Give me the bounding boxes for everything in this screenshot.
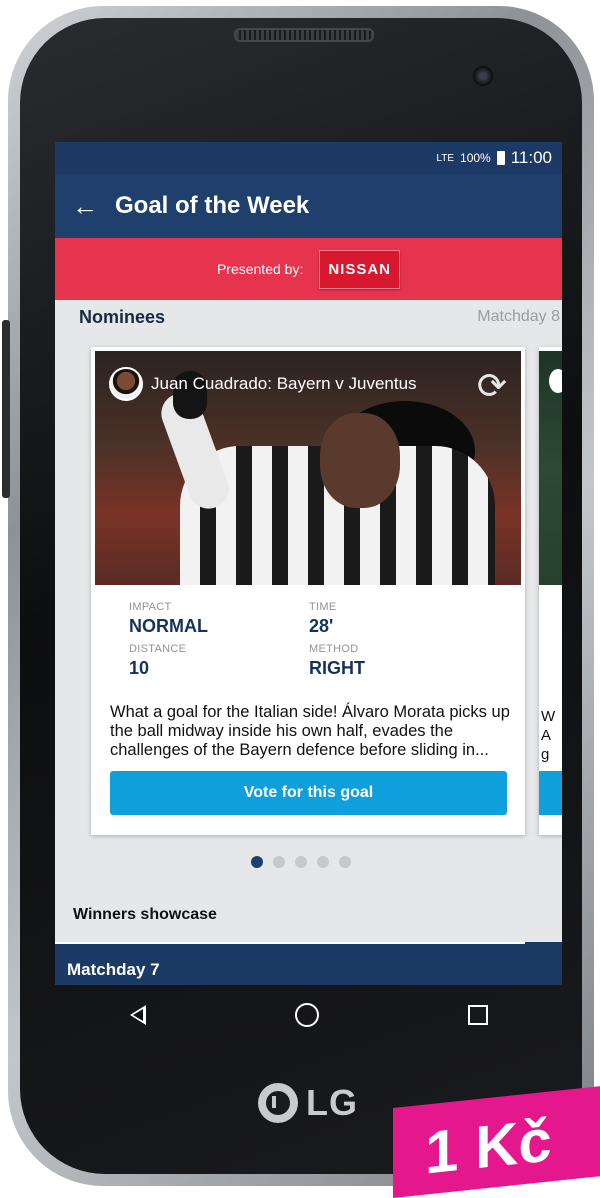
- status-bar: LTE 100% 11:00: [55, 142, 562, 174]
- status-time: 11:00: [510, 148, 552, 167]
- winners-heading: Winners showcase: [73, 906, 217, 923]
- nav-recent-icon[interactable]: [467, 1005, 488, 1025]
- lte-signal-icon: LTE: [436, 152, 455, 164]
- back-arrow-icon[interactable]: ←: [55, 191, 115, 222]
- android-nav-bar: [55, 985, 562, 1045]
- screen: LTE 100% 11:00 ← Goal of the Week Presen…: [55, 142, 562, 985]
- side-button: [2, 320, 10, 498]
- page-dot[interactable]: [273, 856, 285, 868]
- nav-home-icon[interactable]: [294, 1003, 319, 1027]
- battery-icon: [496, 151, 505, 165]
- page-dot[interactable]: [251, 856, 263, 868]
- lg-logo-icon: [258, 1083, 298, 1123]
- avatar: [109, 367, 143, 401]
- winners-matchday-bar[interactable]: Matchday 7: [55, 942, 562, 985]
- distance-value: 10: [129, 658, 150, 678]
- method-label: METHOD: [309, 643, 359, 655]
- divider: [55, 942, 525, 944]
- page-title: Goal of the Week: [115, 192, 310, 219]
- vote-button-peek[interactable]: [539, 771, 562, 815]
- time-value: 28': [309, 616, 334, 636]
- nominees-header: Nominees Matchday 8: [55, 300, 562, 334]
- next-nominee-card[interactable]: W A g: [539, 347, 562, 835]
- photo-shape: [320, 413, 400, 508]
- app-bar: ← Goal of the Week: [55, 174, 562, 238]
- carousel-pagination[interactable]: [251, 856, 351, 868]
- goal-description: What a goal for the Italian side! Álvaro…: [110, 703, 510, 759]
- avatar: [549, 369, 562, 393]
- method-value: RIGHT: [309, 658, 365, 678]
- winners-matchday: Matchday 7: [67, 960, 160, 979]
- goal-title: Juan Cuadrado: Bayern v Juventus: [151, 374, 417, 393]
- page-dot[interactable]: [295, 856, 307, 868]
- matchday-label: Matchday 8: [477, 308, 560, 325]
- refresh-icon[interactable]: ⟳: [477, 365, 507, 407]
- page-dot[interactable]: [339, 856, 351, 868]
- vote-button[interactable]: Vote for this goal: [110, 771, 507, 815]
- goal-description-peek: W A g: [541, 708, 556, 763]
- battery-percent: 100%: [460, 151, 491, 165]
- nav-back-icon[interactable]: [129, 1005, 146, 1025]
- nissan-logo: NISSAN: [319, 249, 401, 289]
- sponsor-banner[interactable]: Presented by: NISSAN: [55, 238, 562, 300]
- price-label: 1 Kč: [425, 1106, 552, 1187]
- nominees-heading: Nominees: [79, 306, 166, 327]
- nominee-card[interactable]: Juan Cuadrado: Bayern v Juventus ⟳ IMPAC…: [91, 347, 525, 835]
- photo-caption: Juan Cuadrado: Bayern v Juventus: [109, 367, 417, 401]
- sponsor-label: Presented by:: [216, 261, 304, 277]
- page-dot[interactable]: [317, 856, 329, 868]
- time-label: TIME: [309, 601, 337, 613]
- impact-value: NORMAL: [129, 616, 208, 636]
- goal-stats: IMPACT NORMAL TIME 28' DISTANCE 10 METHO…: [129, 601, 489, 679]
- impact-label: IMPACT: [129, 601, 172, 613]
- distance-label: DISTANCE: [129, 643, 187, 655]
- lg-logo: LG: [258, 1082, 358, 1124]
- earpiece-speaker: [234, 28, 374, 42]
- lg-logo-text: LG: [306, 1082, 358, 1123]
- front-camera: [473, 66, 493, 86]
- goal-photo[interactable]: Juan Cuadrado: Bayern v Juventus ⟳: [95, 351, 521, 585]
